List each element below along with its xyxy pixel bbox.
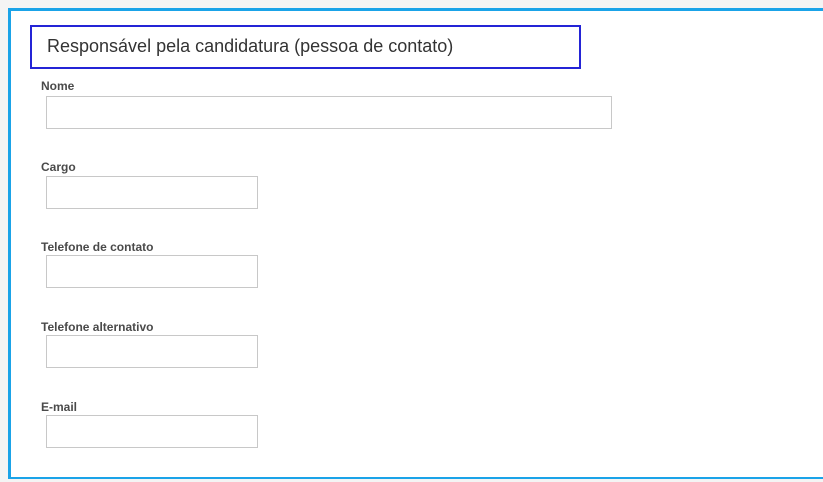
nome-input[interactable] [46,96,612,129]
section-title: Responsável pela candidatura (pessoa de … [30,25,581,69]
cargo-input[interactable] [46,176,258,209]
telefone-contato-label: Telefone de contato [41,240,154,254]
email-input[interactable] [46,415,258,448]
nome-label: Nome [41,79,75,93]
cargo-label: Cargo [41,160,76,174]
telefone-alternativo-label: Telefone alternativo [41,320,154,334]
email-label: E-mail [41,400,78,414]
form-panel: Responsável pela candidatura (pessoa de … [8,8,823,479]
telefone-contato-input[interactable] [46,255,258,288]
telefone-alternativo-input[interactable] [46,335,258,368]
